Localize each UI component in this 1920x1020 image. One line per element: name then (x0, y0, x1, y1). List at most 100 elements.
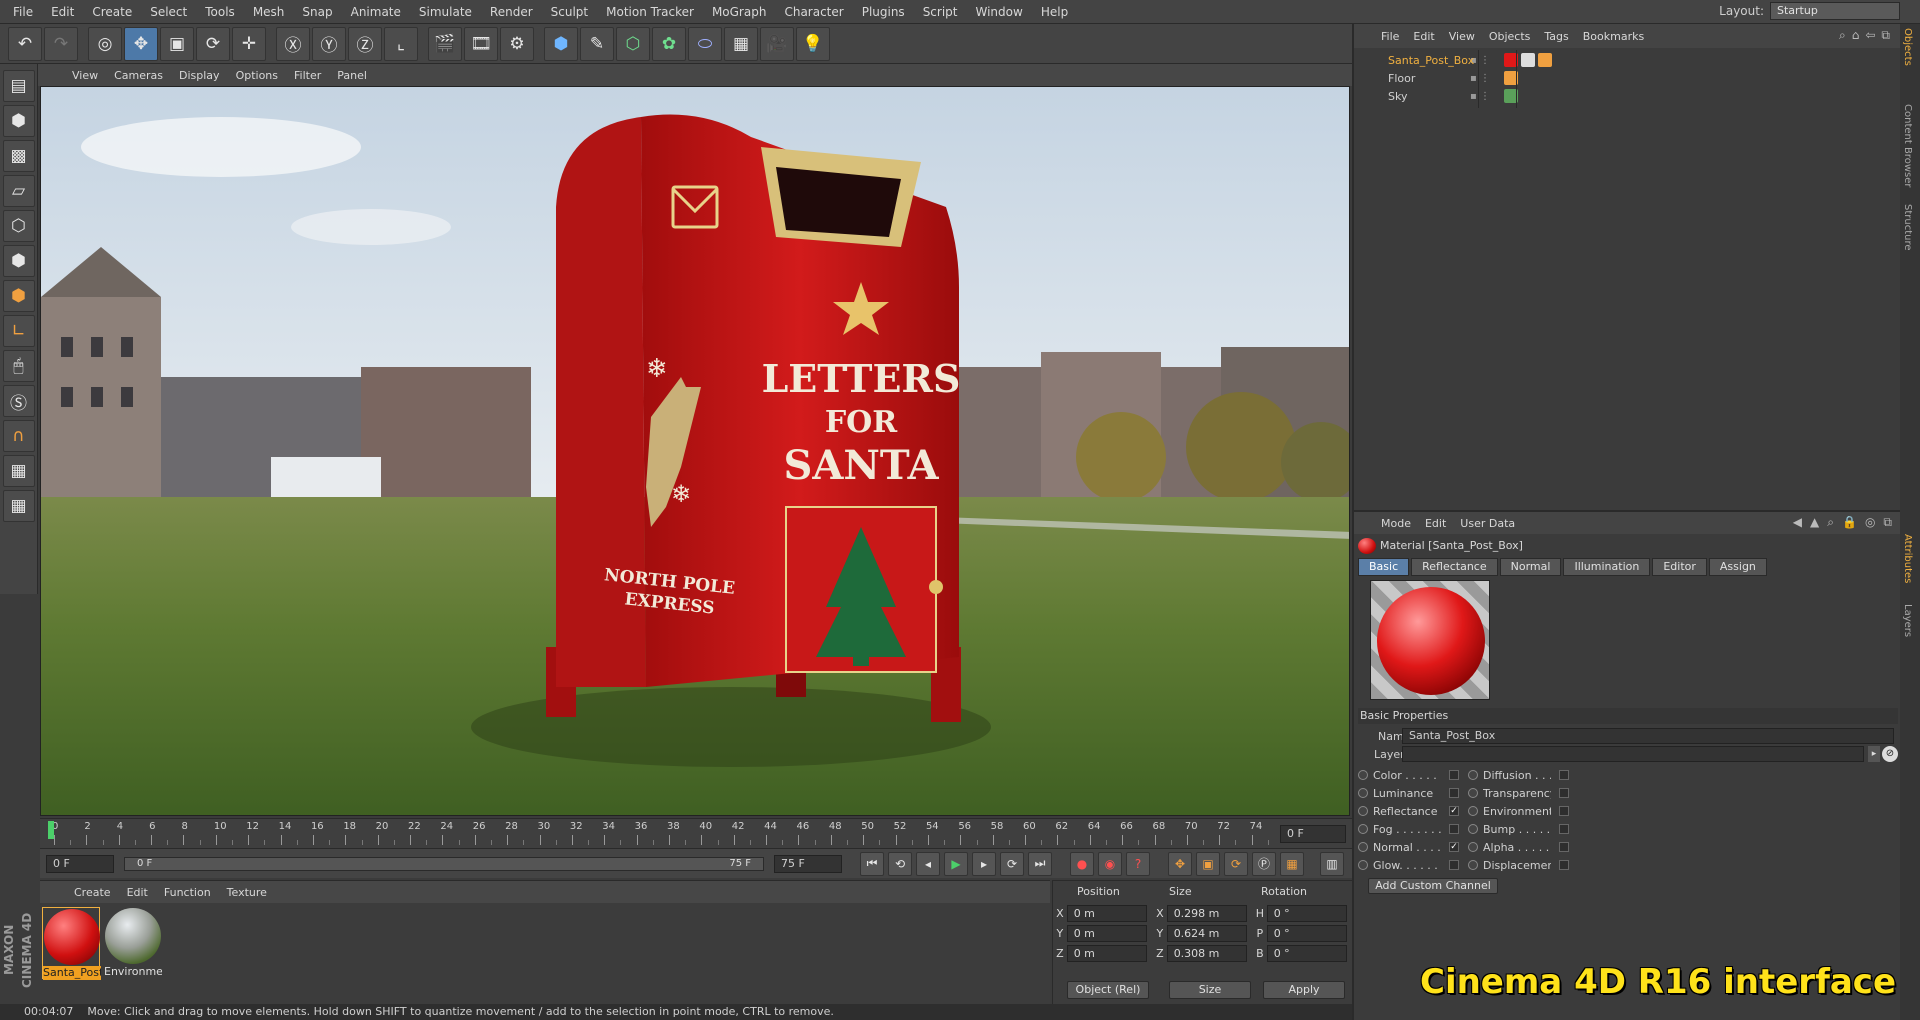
object-menu-view[interactable]: View (1442, 30, 1482, 43)
size-field[interactable]: 0.624 m (1166, 924, 1247, 942)
render-view-icon[interactable]: 🎬 (428, 26, 462, 61)
material-menu-edit[interactable]: Edit (119, 886, 156, 899)
layout-dropdown[interactable]: Startup (1770, 2, 1900, 20)
viewport-menu-cameras[interactable]: Cameras (106, 69, 171, 82)
channel-radio[interactable] (1358, 770, 1368, 780)
record-keyframe-icon[interactable]: ● (1070, 851, 1094, 876)
rotation-field[interactable]: 0 ° (1266, 944, 1347, 962)
channel-checkbox[interactable] (1559, 788, 1569, 798)
name-field[interactable]: Santa_Post_Box (1402, 728, 1894, 744)
side-tab-objects[interactable]: Objects (1902, 28, 1913, 66)
menu-snap[interactable]: Snap (293, 0, 341, 24)
object-name[interactable]: Sky (1354, 90, 1466, 103)
tab-editor[interactable]: Editor (1652, 558, 1707, 576)
key-pla-icon[interactable]: ▦ (1280, 851, 1304, 876)
tag-icon[interactable] (1538, 53, 1552, 67)
viewport-menu-filter[interactable]: Filter (286, 69, 329, 82)
object-menu-objects[interactable]: Objects (1482, 30, 1538, 43)
workplane-icon[interactable]: ▱ (2, 175, 35, 207)
tab-reflectance[interactable]: Reflectance (1411, 558, 1498, 576)
menu-window[interactable]: Window (967, 0, 1032, 24)
channel-checkbox[interactable] (1559, 860, 1569, 870)
menu-plugins[interactable]: Plugins (853, 0, 914, 24)
material-swatch-environment[interactable]: Environmen (104, 907, 162, 979)
key-scale-icon[interactable]: ▣ (1196, 851, 1220, 876)
material-swatch-santa[interactable]: Santa_Post (42, 907, 101, 980)
tab-normal[interactable]: Normal (1499, 558, 1562, 576)
new-attribute-view-icon[interactable]: ⧉ (1883, 515, 1892, 530)
frame-range-slider[interactable]: 0 F 75 F (124, 856, 764, 871)
magnet-icon[interactable]: ∩ (2, 420, 35, 452)
side-tab-layers[interactable]: Layers (1902, 604, 1913, 637)
channel-radio[interactable] (1358, 860, 1368, 870)
menu-mograph[interactable]: MoGraph (703, 0, 776, 24)
menu-create[interactable]: Create (83, 0, 141, 24)
tab-illumination[interactable]: Illumination (1563, 558, 1651, 576)
object-name[interactable]: Floor (1354, 72, 1466, 85)
material-preview-large[interactable] (1370, 580, 1490, 700)
recent-tool-icon[interactable]: ✛ (232, 26, 266, 61)
menu-tools[interactable]: Tools (196, 0, 244, 24)
channel-checkbox[interactable] (1449, 860, 1459, 870)
tab-basic[interactable]: Basic (1358, 558, 1410, 576)
y-axis-lock-icon[interactable]: Ⓨ (312, 26, 346, 61)
keyframe-selection-icon[interactable]: ? (1126, 851, 1150, 876)
object-menu-bookmarks[interactable]: Bookmarks (1576, 30, 1651, 43)
rotation-field[interactable]: 0 ° (1266, 904, 1347, 922)
channel-checkbox[interactable]: ✓ (1449, 842, 1459, 852)
perspective-viewport[interactable]: LETTERS FOR SANTA NORTH POLE EXPRESS ❄ ❄ (40, 86, 1350, 816)
lock-icon[interactable]: 🔒 (1842, 515, 1857, 530)
back-icon[interactable]: ⇦ (1865, 28, 1875, 43)
channel-radio[interactable] (1468, 824, 1478, 834)
start-frame-field[interactable]: 0 F (46, 854, 114, 873)
tweak-mode-icon[interactable]: 🖱 (2, 350, 35, 382)
channel-radio[interactable] (1468, 770, 1478, 780)
object-row[interactable]: Floor ▪ ⋮ (1354, 68, 1902, 88)
channel-checkbox[interactable] (1449, 824, 1459, 834)
go-to-end-icon[interactable]: ⏭ (1028, 851, 1052, 876)
move-tool-icon[interactable]: ✥ (124, 26, 158, 61)
channel-radio[interactable] (1358, 842, 1368, 852)
points-mode-icon[interactable]: ⬡ (2, 210, 35, 242)
make-editable-icon[interactable]: ▤ (2, 70, 35, 102)
visibility-toggle-icon[interactable]: ▪ ⋮ (1466, 73, 1504, 84)
material-menu-texture[interactable]: Texture (219, 886, 275, 899)
object-menu-file[interactable]: File (1374, 30, 1406, 43)
position-field[interactable]: 0 m (1066, 944, 1147, 962)
previous-key-icon[interactable]: ⟲ (888, 851, 912, 876)
x-axis-lock-icon[interactable]: Ⓧ (276, 26, 310, 61)
menu-script[interactable]: Script (914, 0, 967, 24)
viewport-menu-panel[interactable]: Panel (329, 69, 375, 82)
object-name[interactable]: Santa_Post_Box (1354, 54, 1474, 67)
size-field[interactable]: 0.298 m (1166, 904, 1247, 922)
channel-checkbox[interactable] (1559, 770, 1569, 780)
layer-field[interactable] (1402, 746, 1864, 762)
home-icon[interactable]: ⌂ (1852, 28, 1860, 43)
visibility-toggle-icon[interactable]: ▪ ⋮ (1466, 91, 1504, 102)
menu-motion-tracker[interactable]: Motion Tracker (597, 0, 703, 24)
channel-checkbox[interactable] (1559, 824, 1569, 834)
key-parameter-icon[interactable]: Ⓟ (1252, 851, 1276, 876)
search-icon[interactable]: ⌕ (1839, 28, 1846, 43)
add-custom-channel-button[interactable]: Add Custom Channel (1368, 878, 1498, 894)
layer-picker-icon[interactable]: ⊘ (1882, 746, 1898, 762)
model-mode-icon[interactable]: ⬢ (2, 105, 35, 137)
search-icon[interactable]: ⌕ (1827, 515, 1834, 530)
axis-mode-icon[interactable]: ∟ (2, 315, 35, 347)
tab-assign[interactable]: Assign (1708, 558, 1767, 576)
timeline-ruler[interactable]: 0 2 4 6 8 10 12 14 16 18 20 22 24 26 28 30 32 34 36 38 40 42 4… (40, 818, 1352, 848)
position-field[interactable]: 0 m (1066, 904, 1147, 922)
live-selection-icon[interactable]: ◎ (88, 26, 122, 61)
apply-button[interactable]: Apply (1263, 981, 1345, 999)
viewport-menu-view[interactable]: View (64, 69, 106, 82)
redo-icon[interactable]: ↷ (44, 26, 78, 61)
menu-help[interactable]: Help (1032, 0, 1077, 24)
snapping-icon[interactable]: Ⓢ (2, 385, 35, 417)
up-arrow-icon[interactable]: ▲ (1810, 515, 1819, 530)
key-rotation-icon[interactable]: ⟳ (1224, 851, 1248, 876)
render-picture-viewer-icon[interactable]: 🎞 (464, 26, 498, 61)
position-field[interactable]: 0 m (1066, 924, 1147, 942)
subdivision-surface-icon[interactable]: ⬡ (616, 26, 650, 61)
spline-pen-icon[interactable]: ✎ (580, 26, 614, 61)
material-menu-create[interactable]: Create (66, 886, 119, 899)
